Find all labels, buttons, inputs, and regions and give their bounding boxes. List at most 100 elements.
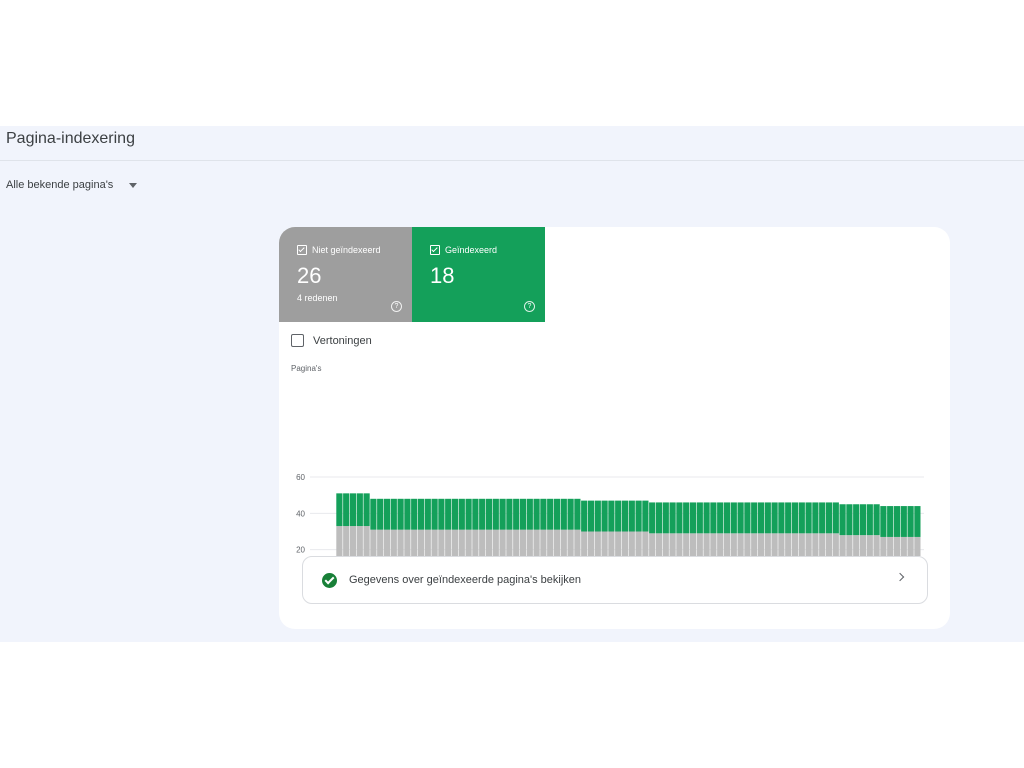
- bar-not-indexed: [676, 533, 683, 556]
- bar-indexed: [615, 500, 622, 532]
- bar-indexed: [356, 493, 363, 527]
- bar-not-indexed: [628, 531, 635, 556]
- bar-not-indexed: [438, 529, 445, 556]
- bar-indexed: [791, 502, 799, 534]
- bar-not-indexed: [737, 533, 744, 556]
- bar-not-indexed: [377, 529, 384, 556]
- checkbox-unchecked-icon: [291, 334, 304, 347]
- bar-not-indexed: [404, 529, 411, 556]
- bar-not-indexed: [540, 529, 547, 556]
- bar-indexed: [499, 498, 506, 530]
- view-indexed-pages-link[interactable]: Gegevens over geïndexeerde pagina's beki…: [302, 556, 928, 604]
- bar-indexed: [771, 502, 778, 534]
- stat-not-indexed-sub: 4 redenen: [297, 293, 338, 303]
- bar-indexed: [655, 502, 663, 534]
- bar-not-indexed: [846, 535, 853, 556]
- bar-indexed: [553, 498, 561, 530]
- bar-not-indexed: [547, 529, 554, 556]
- bar-indexed: [417, 498, 425, 530]
- bar-indexed: [608, 500, 615, 532]
- bar-not-indexed: [451, 529, 459, 556]
- y-tick-label: 60: [296, 473, 305, 482]
- bar-indexed: [853, 504, 860, 536]
- bar-not-indexed: [730, 533, 737, 556]
- bar-not-indexed: [336, 526, 343, 556]
- bar-indexed: [397, 498, 404, 530]
- bar-indexed: [547, 498, 554, 530]
- bar-not-indexed: [383, 529, 391, 556]
- bar-indexed: [574, 498, 581, 530]
- bar-not-indexed: [689, 533, 697, 556]
- help-icon[interactable]: ?: [524, 301, 535, 312]
- chevron-right-icon: [895, 572, 905, 582]
- bar-not-indexed: [893, 536, 901, 556]
- bar-not-indexed: [513, 529, 520, 556]
- bar-not-indexed: [703, 533, 710, 556]
- bar-not-indexed: [669, 533, 676, 556]
- bar-indexed: [343, 493, 350, 527]
- bar-not-indexed: [914, 536, 921, 556]
- bar-indexed: [764, 502, 771, 534]
- bar-indexed: [377, 498, 384, 530]
- bar-indexed: [839, 504, 846, 536]
- bar-not-indexed: [526, 529, 533, 556]
- bar-not-indexed: [601, 531, 608, 556]
- bar-indexed: [336, 493, 343, 527]
- bar-not-indexed: [839, 535, 846, 556]
- bar-indexed: [513, 498, 520, 530]
- bar-not-indexed: [859, 535, 867, 556]
- bar-indexed: [798, 502, 805, 534]
- stat-indexed[interactable]: Geïndexeerd 18 ?: [412, 227, 545, 322]
- bar-indexed: [683, 502, 690, 534]
- bar-not-indexed: [717, 533, 724, 556]
- bar-indexed: [492, 498, 499, 530]
- stat-indexed-label: Geïndexeerd: [445, 245, 498, 255]
- bar-not-indexed: [778, 533, 785, 556]
- bar-indexed: [859, 504, 867, 536]
- bar-not-indexed: [819, 533, 826, 556]
- bar-indexed: [587, 500, 595, 532]
- impressions-toggle[interactable]: Vertoningen: [291, 334, 372, 347]
- bar-not-indexed: [662, 533, 669, 556]
- bar-indexed: [628, 500, 635, 532]
- bar-not-indexed: [445, 529, 452, 556]
- page-title: Pagina-indexering: [6, 130, 135, 147]
- bar-not-indexed: [492, 529, 499, 556]
- bar-indexed: [506, 498, 513, 530]
- bar-indexed: [880, 506, 887, 537]
- bar-not-indexed: [581, 531, 588, 556]
- checkbox-checked-icon: [297, 245, 307, 255]
- bar-not-indexed: [751, 533, 758, 556]
- bar-indexed: [846, 504, 853, 536]
- page-filter-dropdown[interactable]: Alle bekende pagina's: [6, 179, 138, 191]
- bar-indexed: [900, 506, 907, 537]
- bar-not-indexed: [791, 533, 799, 556]
- bar-indexed: [411, 498, 418, 530]
- stat-not-indexed[interactable]: Niet geïndexeerd 26 4 redenen ?: [279, 227, 412, 322]
- bar-not-indexed: [553, 529, 561, 556]
- bar-not-indexed: [805, 533, 812, 556]
- bar-not-indexed: [771, 533, 778, 556]
- bar-indexed: [812, 502, 819, 534]
- bar-not-indexed: [424, 529, 431, 556]
- bar-not-indexed: [866, 535, 873, 556]
- bar-not-indexed: [560, 529, 567, 556]
- bar-not-indexed: [608, 531, 615, 556]
- bar-indexed: [472, 498, 479, 530]
- bar-indexed: [717, 502, 724, 534]
- bar-indexed: [819, 502, 826, 534]
- bar-indexed: [914, 506, 921, 537]
- bar-not-indexed: [587, 531, 595, 556]
- view-indexed-pages-label: Gegevens over geïndexeerde pagina's beki…: [349, 574, 582, 586]
- help-icon[interactable]: ?: [391, 301, 402, 312]
- bar-not-indexed: [812, 533, 819, 556]
- bar-indexed: [404, 498, 411, 530]
- bar-indexed: [445, 498, 452, 530]
- bar-indexed: [424, 498, 431, 530]
- bar-indexed: [621, 500, 629, 532]
- bar-indexed: [893, 506, 901, 537]
- bar-not-indexed: [635, 531, 642, 556]
- bar-not-indexed: [499, 529, 506, 556]
- stat-not-indexed-label: Niet geïndexeerd: [312, 245, 381, 255]
- bar-indexed: [785, 502, 792, 534]
